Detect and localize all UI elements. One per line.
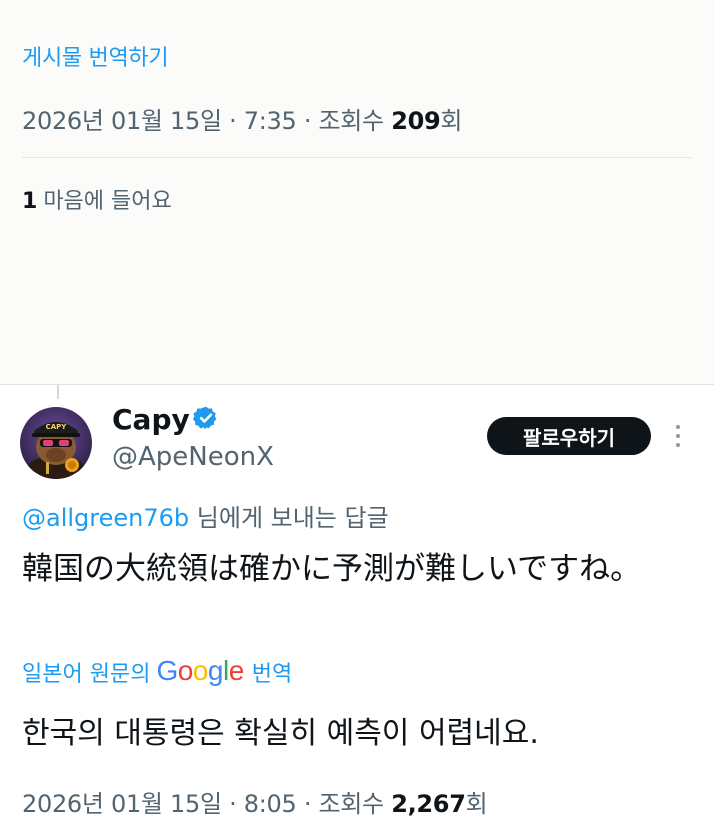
views-prefix: 조회수 [318, 107, 385, 135]
dot [676, 434, 680, 438]
tweet-translated-text: 한국의 대통령은 확실히 예측이 어렵네요. [22, 716, 539, 751]
divider [22, 157, 692, 158]
translated-suffix: 번역 [251, 662, 293, 687]
post-date[interactable]: 2026년 01월 15일 [22, 107, 222, 135]
follow-button[interactable]: 팔로우하기 [487, 417, 651, 455]
translated-prefix: 일본어 원문의 [22, 662, 151, 687]
verified-badge-icon [193, 406, 217, 430]
post-date[interactable]: 2026년 01월 15일 [22, 790, 222, 817]
handle[interactable]: @ApeNeonX [112, 442, 274, 472]
dot [676, 425, 680, 429]
post-metadata: 2026년 01월 15일 · 7:35 · 조회수 209회 [22, 101, 462, 136]
mention-link[interactable]: @allgreen76b [22, 504, 189, 532]
tweet-original-text: 韓国の大統領は確かに予測が難しいですね。 [22, 551, 642, 587]
views-count: 2,267 [391, 790, 466, 817]
dot [676, 443, 680, 447]
likes-label: 마음에 들어요 [43, 189, 172, 214]
likes-count: 1 [22, 189, 38, 214]
meta-separator: · [303, 107, 319, 135]
views-count: 209 [391, 107, 441, 135]
replying-to-suffix: 님에게 보내는 답글 [196, 504, 389, 532]
meta-separator: · [229, 790, 244, 817]
replying-to: @allgreen76b 님에게 보내는 답글 [22, 498, 389, 533]
views-prefix: 조회수 [318, 790, 385, 817]
post-time[interactable]: 8:05 [244, 790, 297, 817]
section-divider [0, 384, 714, 385]
views-suffix: 회 [440, 107, 463, 135]
views-suffix: 회 [465, 790, 488, 817]
avatar[interactable]: CAPY [20, 407, 92, 479]
translate-post-link[interactable]: 게시물 번역하기 [22, 40, 169, 72]
translation-attribution[interactable]: 일본어 원문의 Google 번역 [22, 655, 293, 688]
display-name[interactable]: Capy [112, 403, 190, 436]
avatar-cap-text: CAPY [46, 423, 68, 431]
more-vertical-icon[interactable] [666, 420, 690, 452]
capybara-avatar-icon: CAPY [20, 407, 92, 479]
likes-link[interactable]: 1 마음에 들어요 [22, 183, 172, 215]
post-time[interactable]: 7:35 [244, 107, 297, 135]
thread-connector-line [57, 385, 59, 399]
previous-post-footer: 게시물 번역하기 2026년 01월 15일 · 7:35 · 조회수 209회… [0, 0, 714, 385]
google-logo: Google [156, 655, 244, 686]
meta-separator: · [303, 790, 319, 817]
reply-metadata: 2026년 01월 15일 · 8:05 · 조회수 2,267회 [22, 784, 488, 817]
meta-separator: · [229, 107, 244, 135]
